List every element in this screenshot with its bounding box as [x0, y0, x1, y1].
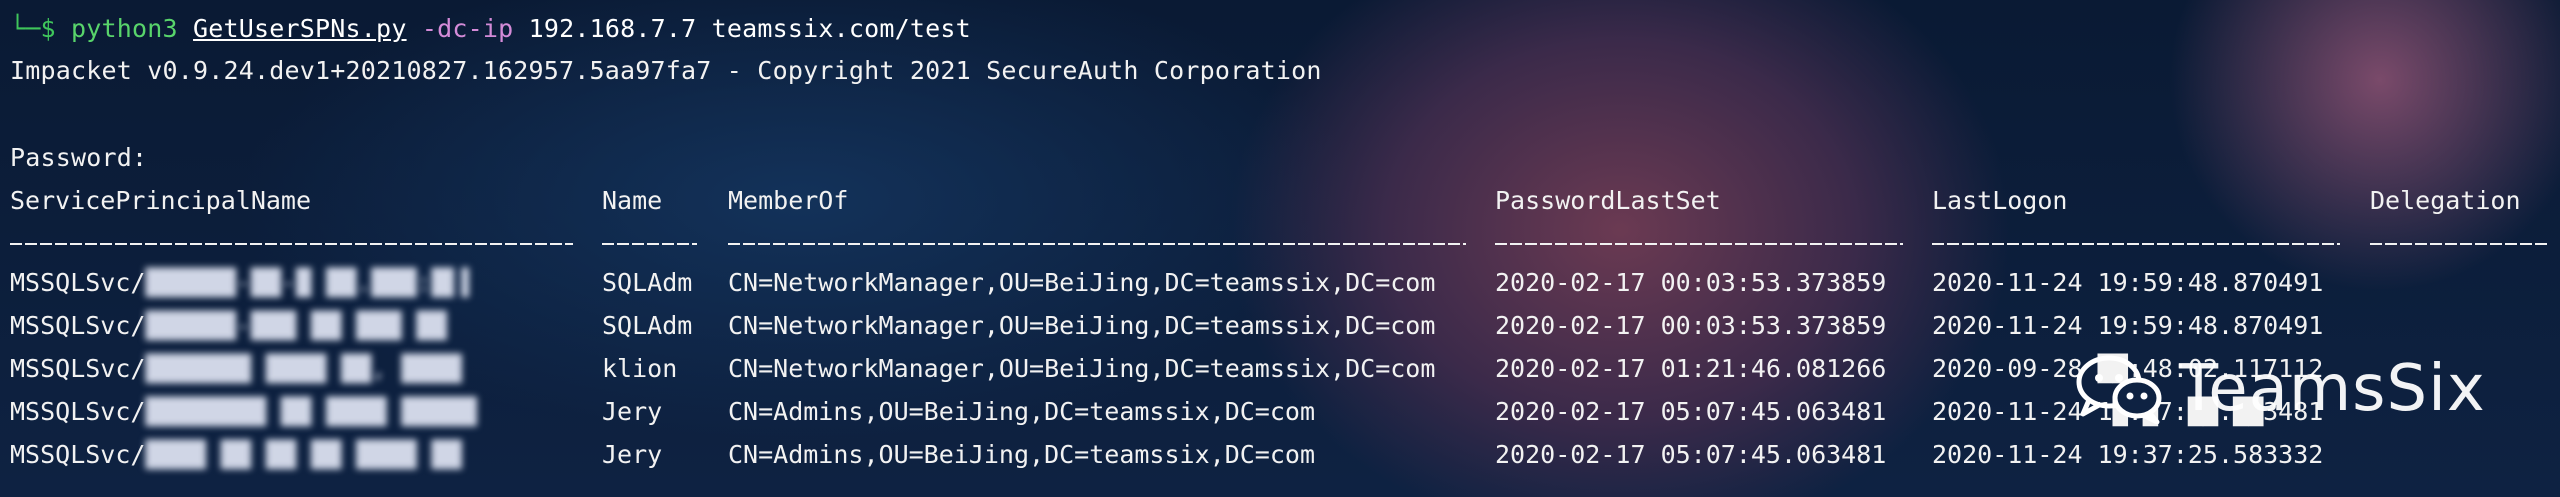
table-row-spn: MSSQLSvc/██████-██-█ ██.███:█▌▌	[10, 268, 477, 297]
header-name: Name	[602, 186, 663, 215]
command-args: 192.168.7.7 teamssix.com/test	[528, 14, 971, 43]
header-spn: ServicePrincipalName	[10, 186, 312, 215]
command-line: └─$ python3 GetUserSPNs.py -dc-ip 192.16…	[10, 14, 971, 43]
table-cell-lastlogon: 2020-11-24 19:37:25.583332	[1932, 440, 2324, 469]
separator-passwordlastset	[1495, 243, 1903, 245]
table-cell-passwordlastset: 2020-02-17 05:07:45.063481	[1495, 440, 1887, 469]
separator-delegation	[2370, 243, 2550, 245]
command-flag: -dc-ip	[421, 14, 514, 43]
spn-prefix: MSSQLSvc/	[10, 397, 146, 426]
header-delegation: Delegation	[2370, 186, 2521, 215]
terminal-window: └─$ python3 GetUserSPNs.py -dc-ip 192.16…	[0, 0, 2560, 497]
table-cell-passwordlastset: 2020-02-17 05:07:45.063481	[1495, 397, 1887, 426]
table-cell-passwordlastset: 2020-02-17 00:03:53.373859	[1495, 311, 1887, 340]
table-cell-lastlogon: 2020-11-24 19:59:48.870491	[1932, 311, 2324, 340]
table-cell-lastlogon: 2020-11-24 19:59:48.870491	[1932, 268, 2324, 297]
header-lastlogon: LastLogon	[1932, 186, 2068, 215]
wechat-icon	[2076, 355, 2162, 424]
spn-prefix: MSSQLSvc/	[10, 440, 146, 469]
table-row-spn: MSSQLSvc/████ ██ ██ ██ ████ ██	[10, 440, 462, 469]
table-cell-name: SQLAdm	[602, 268, 693, 297]
table-cell-name: Jery	[602, 440, 663, 469]
separator-name	[602, 243, 697, 245]
table-row-spn: MSSQLSvc/████████ ██ ████ █████	[10, 397, 477, 426]
table-cell-name: Jery	[602, 397, 663, 426]
watermark-text: TeamsSix	[2179, 352, 2486, 426]
table-cell-passwordlastset: 2020-02-17 00:03:53.373859	[1495, 268, 1887, 297]
spn-prefix: MSSQLSvc/	[10, 268, 146, 297]
separator-memberof	[728, 243, 1466, 245]
command-name: python3	[71, 14, 178, 43]
spn-redacted: ████ ██ ██ ██ ████ ██	[145, 440, 462, 469]
table-cell-name: SQLAdm	[602, 311, 693, 340]
table-cell-memberof: CN=NetworkManager,OU=BeiJing,DC=teamssix…	[728, 268, 1436, 297]
spn-prefix: MSSQLSvc/	[10, 311, 146, 340]
password-prompt: Password:	[10, 143, 148, 172]
watermark: TeamsSix	[2075, 352, 2486, 426]
table-cell-passwordlastset: 2020-02-17 01:21:46.081266	[1495, 354, 1887, 383]
spn-prefix: MSSQLSvc/	[10, 354, 146, 383]
table-cell-memberof: CN=NetworkManager,OU=BeiJing,DC=teamssix…	[728, 311, 1436, 340]
spn-redacted: ████████ ██ ████ █████	[145, 397, 477, 426]
separator-spn	[10, 243, 573, 245]
header-passwordlastset: PasswordLastSet	[1495, 186, 1721, 215]
spn-redacted: ██████-███ ██ ███ ██	[145, 311, 447, 340]
script-name: GetUserSPNs.py	[193, 14, 407, 43]
spn-redacted: ██████-██-█ ██.███:█▌▌	[145, 268, 477, 297]
table-cell-name: klion	[602, 354, 678, 383]
table-cell-memberof: CN=Admins,OU=BeiJing,DC=teamssix,DC=com	[728, 397, 1315, 426]
header-memberof: MemberOf	[728, 186, 849, 215]
table-row-spn: MSSQLSvc/██████-███ ██ ███ ██	[10, 311, 447, 340]
table-cell-memberof: CN=NetworkManager,OU=BeiJing,DC=teamssix…	[728, 354, 1436, 383]
table-cell-memberof: CN=Admins,OU=BeiJing,DC=teamssix,DC=com	[728, 440, 1315, 469]
spn-redacted: ███████ ████ ██, ████	[145, 354, 462, 383]
prompt-prefix: └─$	[10, 14, 72, 43]
separator-lastlogon	[1932, 243, 2340, 245]
banner-text: Impacket v0.9.24.dev1+20210827.162957.5a…	[10, 56, 1322, 85]
table-row-spn: MSSQLSvc/███████ ████ ██, ████	[10, 354, 462, 383]
